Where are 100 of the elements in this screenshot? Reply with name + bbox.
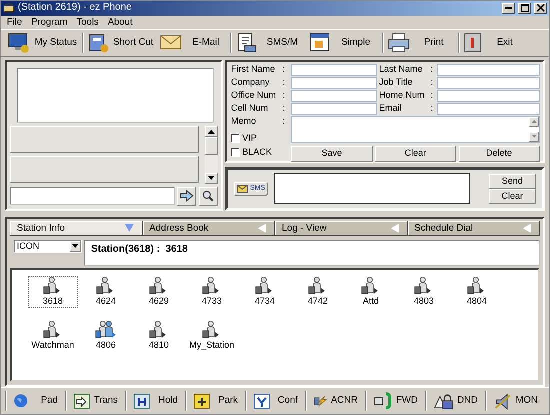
station-item[interactable]: 4806 (81, 320, 131, 352)
tab[interactable]: Log - View (275, 220, 408, 236)
station-item[interactable]: 4742 (293, 276, 343, 308)
toolbar-button[interactable]: Exit (461, 30, 527, 56)
station-item[interactable]: Watchman (28, 320, 78, 352)
station-item[interactable]: 4624 (81, 276, 131, 308)
toolbar-button[interactable]: E-Mail (157, 30, 229, 56)
colon: : (430, 64, 434, 76)
call-button[interactable]: MON (488, 389, 544, 414)
field-label: Company (231, 76, 270, 89)
colon: : (430, 102, 434, 115)
field-label: Memo (231, 116, 256, 127)
toolbar-button[interactable]: Simple (307, 30, 381, 56)
checkbox[interactable] (231, 134, 240, 144)
checkbox[interactable] (231, 148, 240, 158)
document-icon (236, 32, 257, 53)
colon: : (430, 90, 434, 102)
call-button[interactable]: Park (188, 389, 244, 414)
station-item[interactable]: 4803 (399, 276, 449, 308)
close-button[interactable] (534, 2, 547, 14)
clipboard-icon (88, 32, 109, 53)
input-field[interactable] (437, 102, 540, 115)
input-field[interactable] (291, 76, 378, 89)
field-label: Email (379, 102, 402, 115)
menu-item[interactable]: Tools (76, 16, 99, 28)
station-item[interactable]: 4733 (187, 276, 237, 308)
sms-action-button[interactable]: Send (489, 174, 536, 189)
toolbar-button[interactable]: Short Cut (85, 30, 157, 56)
scrollbar[interactable] (205, 126, 218, 184)
form-button[interactable]: Delete (458, 146, 540, 162)
message-field[interactable] (274, 173, 470, 204)
sms-action-button[interactable]: Clear (489, 188, 536, 204)
colon: : (282, 90, 286, 102)
list-row[interactable] (10, 156, 199, 182)
station-title: Station(3618) : 3618 (91, 244, 188, 255)
call-button[interactable]: DND (428, 389, 484, 414)
list-row[interactable] (10, 126, 199, 154)
up-arrow-icon (208, 130, 215, 134)
window-title: (Station 2619) - ez Phone (18, 2, 133, 14)
input-field[interactable] (291, 90, 378, 102)
station-item[interactable]: 4810 (134, 320, 184, 352)
close-icon (536, 4, 544, 12)
call-button[interactable]: FWD (368, 389, 424, 414)
input-field[interactable] (437, 90, 540, 102)
menu-item[interactable]: Program (31, 16, 68, 28)
envelope-icon (237, 184, 248, 193)
search-button[interactable] (198, 186, 218, 206)
station-item[interactable]: 4804 (452, 276, 502, 308)
call-button[interactable]: Hold (128, 389, 184, 414)
tab[interactable]: Schedule Dial (408, 220, 540, 236)
go-button[interactable] (177, 186, 196, 206)
form-button[interactable]: Save (291, 146, 373, 162)
field-label: Cell Num (231, 102, 268, 115)
input-field[interactable] (10, 187, 175, 206)
down-arrow-icon (532, 135, 536, 138)
door-icon (464, 32, 482, 53)
toolbar-button[interactable]: Print (385, 30, 457, 56)
memo-field[interactable] (291, 116, 540, 143)
caret-icon (72, 244, 79, 248)
tab[interactable]: Station Info (10, 220, 142, 236)
input-field[interactable] (437, 76, 540, 89)
tab[interactable]: Address Book (142, 220, 275, 236)
input-field[interactable] (291, 102, 378, 115)
phone-icon (3, 3, 15, 14)
monitor-icon (8, 32, 30, 53)
maximize-icon (520, 4, 528, 12)
printer-icon (388, 32, 410, 53)
station-item[interactable]: My_Station (187, 320, 237, 352)
station-item[interactable]: 4734 (240, 276, 290, 308)
station-item[interactable]: Attd (346, 276, 396, 308)
input-field[interactable] (437, 64, 540, 76)
input-field[interactable] (291, 64, 378, 76)
left-triangle-icon (523, 224, 531, 233)
toolbar-button[interactable]: SMS/M (233, 30, 307, 56)
hold-icon (134, 394, 150, 409)
left-triangle-icon (390, 224, 398, 233)
call-button[interactable]: Conf (248, 389, 304, 414)
view-dropdown[interactable]: ICON (14, 240, 82, 253)
field-label: Home Num (379, 90, 425, 102)
colon: : (282, 76, 286, 89)
call-button[interactable]: Trans (68, 389, 124, 414)
menu-item[interactable]: File (7, 16, 22, 28)
call-button[interactable]: Pad (8, 389, 64, 414)
form-button[interactable]: Clear (374, 146, 456, 162)
field-label: Last Name (379, 64, 423, 76)
arrow-icon (74, 394, 90, 409)
people-icon (95, 320, 117, 339)
station-item[interactable]: 3618 (28, 276, 78, 308)
field-label: First Name (231, 64, 276, 76)
menu-item[interactable]: About (108, 16, 133, 28)
colon: : (282, 116, 286, 127)
conference-icon (254, 394, 270, 409)
checkbox-label: VIP (242, 133, 258, 144)
minimize-button[interactable] (502, 2, 515, 14)
field-label: Office Num (231, 90, 276, 102)
call-button[interactable]: ACNR (308, 389, 364, 414)
maximize-button[interactable] (518, 2, 531, 14)
station-item[interactable]: 4629 (134, 276, 184, 308)
toolbar-button[interactable]: My Status (5, 30, 81, 56)
plus-icon (194, 394, 210, 409)
